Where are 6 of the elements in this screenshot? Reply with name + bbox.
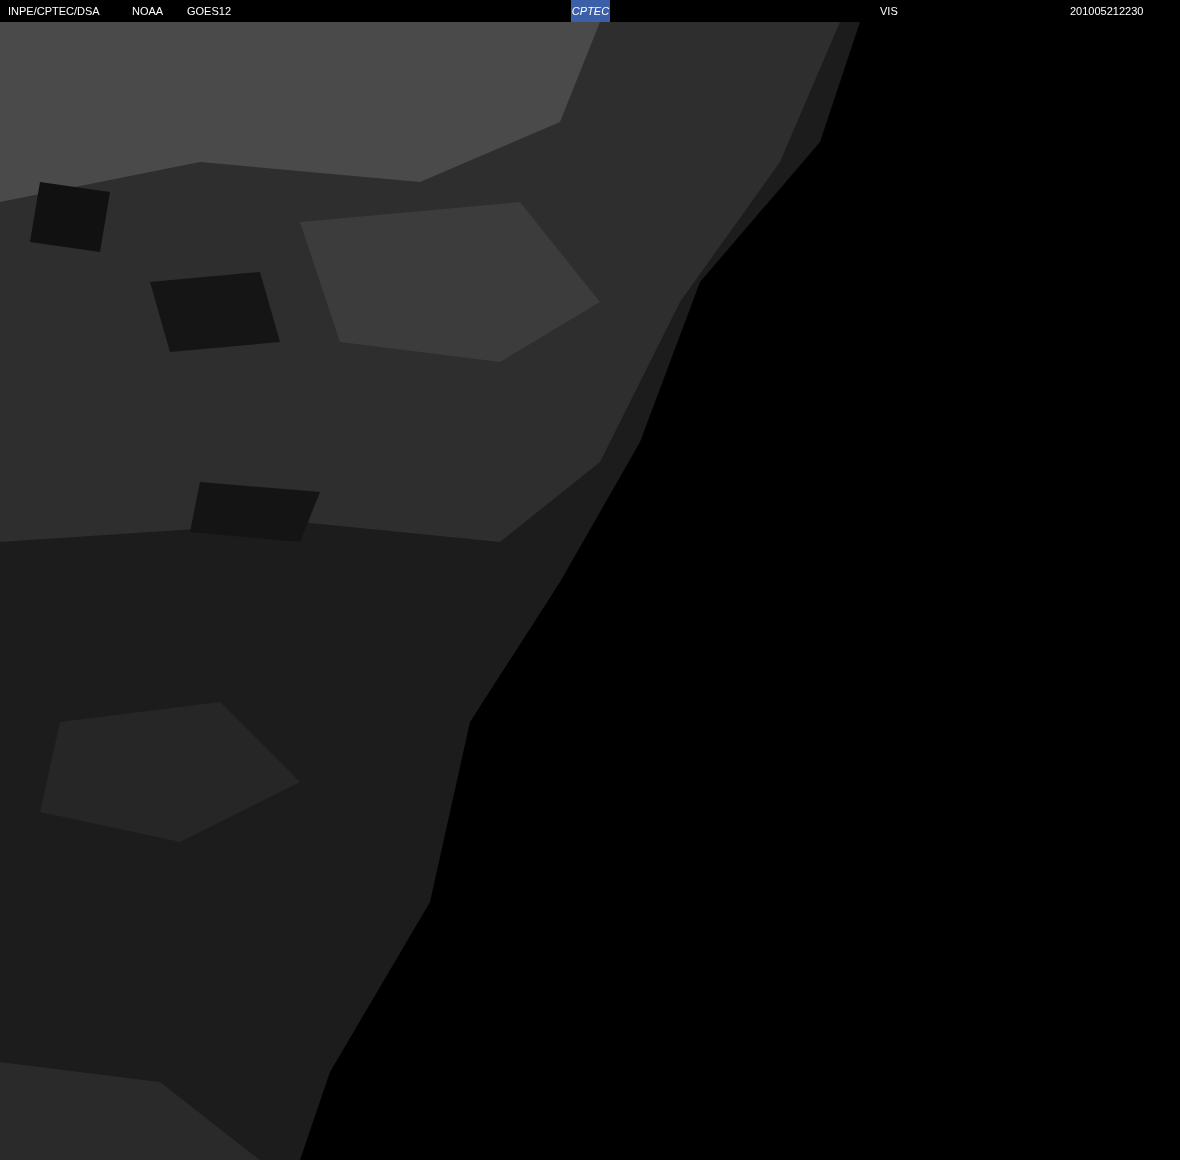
agency-label: NOAA	[132, 5, 165, 17]
channel-label: VIS	[880, 5, 899, 17]
timestamp-label: 201005212230	[1070, 5, 1144, 17]
satellite-label: GOES12	[187, 5, 233, 17]
source-label: INPE/CPTEC/DSA	[8, 5, 101, 17]
logo: CPTEC	[571, 0, 610, 22]
